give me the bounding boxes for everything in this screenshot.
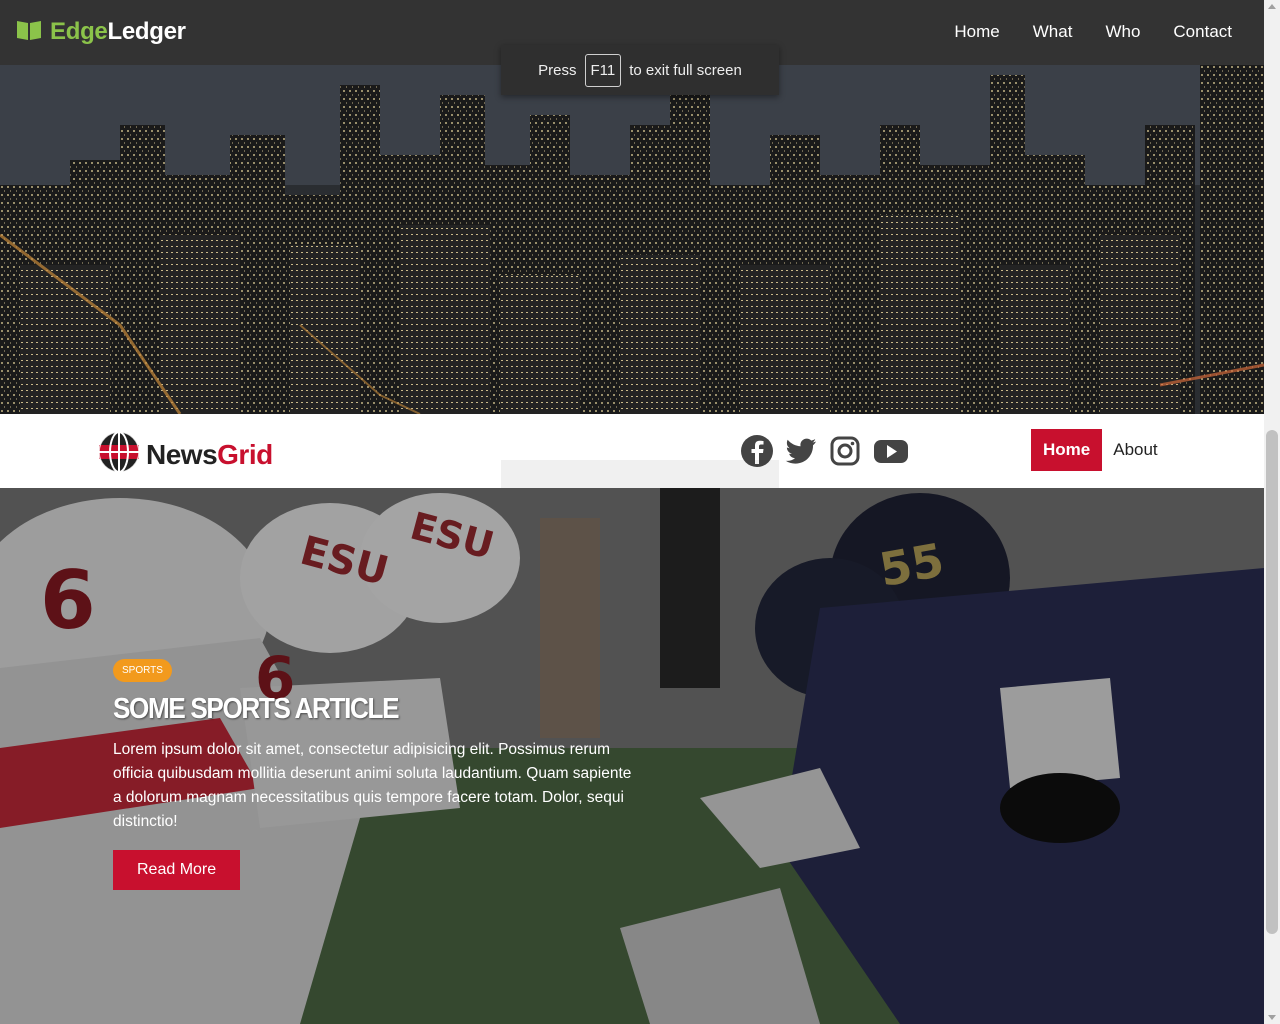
open-book-icon bbox=[16, 19, 42, 46]
twitter-icon[interactable] bbox=[784, 434, 818, 473]
toast-prefix: Press bbox=[538, 61, 577, 79]
read-more-button[interactable]: Read More bbox=[113, 850, 241, 890]
nav-link-contact[interactable]: Contact bbox=[1173, 22, 1232, 42]
instagram-icon[interactable] bbox=[828, 434, 862, 473]
scroll-thumb[interactable] bbox=[1266, 430, 1278, 934]
nav-link-what[interactable]: What bbox=[1033, 22, 1073, 42]
nav-about-link[interactable]: About bbox=[1113, 440, 1157, 460]
nav-link-home[interactable]: Home bbox=[954, 22, 999, 42]
nav-home-button[interactable]: Home bbox=[1031, 429, 1103, 471]
youtube-icon[interactable] bbox=[872, 434, 910, 473]
page-scrollbar[interactable] bbox=[1264, 0, 1280, 1024]
brand-logo[interactable]: EdgeLedger bbox=[16, 18, 186, 46]
article-title: SOME SPORTS ARTICLE bbox=[113, 693, 400, 725]
toast-key: F11 bbox=[584, 53, 622, 87]
globe-icon bbox=[97, 430, 141, 479]
featured-hero-image: 6 6 ESU ESU 55 SPORTS SOME SPORTS ARTICL… bbox=[0, 488, 1264, 1024]
toast-ghost bbox=[501, 460, 779, 488]
category-badge[interactable]: SPORTS bbox=[113, 659, 172, 682]
newsgrid-navbar: NewsGrid Home About bbox=[0, 414, 1264, 488]
newsgrid-logo-text: NewsGrid bbox=[146, 438, 273, 470]
newsgrid-logo[interactable]: NewsGrid bbox=[97, 430, 273, 479]
featured-article: SPORTS SOME SPORTS ARTICLE Lorem ipsum d… bbox=[113, 659, 633, 890]
city-hero-image bbox=[0, 65, 1264, 414]
scroll-down-arrow-icon[interactable] bbox=[1268, 1015, 1276, 1020]
top-nav: Home What Who Contact bbox=[954, 22, 1232, 42]
fullscreen-toast: Press F11 to exit full screen bbox=[501, 45, 779, 95]
article-excerpt: Lorem ipsum dolor sit amet, consectetur … bbox=[113, 741, 632, 830]
newsgrid-nav: Home About bbox=[1031, 429, 1158, 471]
scroll-up-arrow-icon[interactable] bbox=[1268, 4, 1276, 9]
toast-suffix: to exit full screen bbox=[629, 61, 742, 79]
nav-link-who[interactable]: Who bbox=[1105, 22, 1140, 42]
brand-name: EdgeLedger bbox=[50, 18, 186, 45]
